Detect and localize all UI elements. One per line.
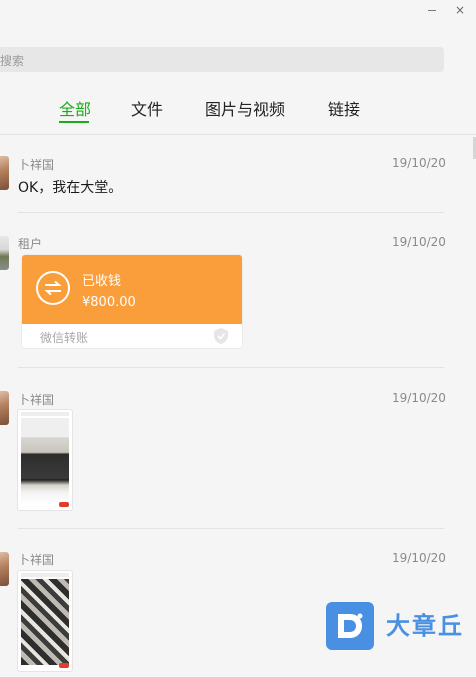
message-date: 19/10/20 [392,156,446,170]
watermark-text: 大章丘 [386,612,464,640]
sender-name: 租户 [18,237,43,251]
thumbnail-status-bar [21,573,69,577]
tab-bar: 全部 文件 图片与视频 链接 [0,96,476,132]
watermark-logo-icon [326,602,374,650]
transfer-label: 微信转账 [40,331,89,345]
thumbnail-badge [59,502,69,507]
active-tab-indicator [59,121,89,123]
message-date: 19/10/20 [392,551,446,565]
close-button[interactable]: × [452,2,468,18]
search-placeholder: 搜索 [0,54,25,68]
search-input[interactable]: 搜索 [0,47,444,72]
transfer-amount: ¥800.00 [82,295,136,310]
minimize-button[interactable] [424,2,440,18]
transfer-card[interactable]: 已收钱 ¥800.00 微信转账 [22,255,242,348]
message-text[interactable]: OK，我在大堂。 [18,177,122,197]
transfer-arrows-icon [36,271,70,305]
avatar[interactable] [0,236,9,270]
sender-name: 卜祥国 [18,393,55,407]
title-bar: × [0,0,476,22]
transfer-card-header: 已收钱 ¥800.00 [22,255,242,324]
sender-name: 卜祥国 [18,158,55,172]
avatar[interactable] [0,156,9,190]
image-thumbnail[interactable] [18,410,72,510]
avatar[interactable] [0,552,9,586]
message-date: 19/10/20 [392,391,446,405]
tab-links[interactable]: 链接 [328,96,360,120]
avatar[interactable] [0,391,9,425]
tabs-divider [0,134,476,135]
message-date: 19/10/20 [392,235,446,249]
message-divider [18,212,444,213]
transfer-status: 已收钱 [82,274,122,289]
sender-name: 卜祥国 [18,553,55,567]
thumbnail-status-bar [21,412,69,416]
transfer-card-footer: 微信转账 [22,324,242,348]
tab-files[interactable]: 文件 [131,96,163,120]
thumbnail-photo [21,579,69,665]
shield-icon [213,327,229,348]
watermark: 大章丘 [326,602,476,654]
tab-all[interactable]: 全部 [59,96,91,120]
image-thumbnail[interactable] [18,571,72,671]
thumbnail-badge [59,663,69,668]
tab-images-videos[interactable]: 图片与视频 [205,96,285,120]
message-divider [18,528,444,529]
thumbnail-photo [21,418,69,504]
message-divider [18,367,444,368]
